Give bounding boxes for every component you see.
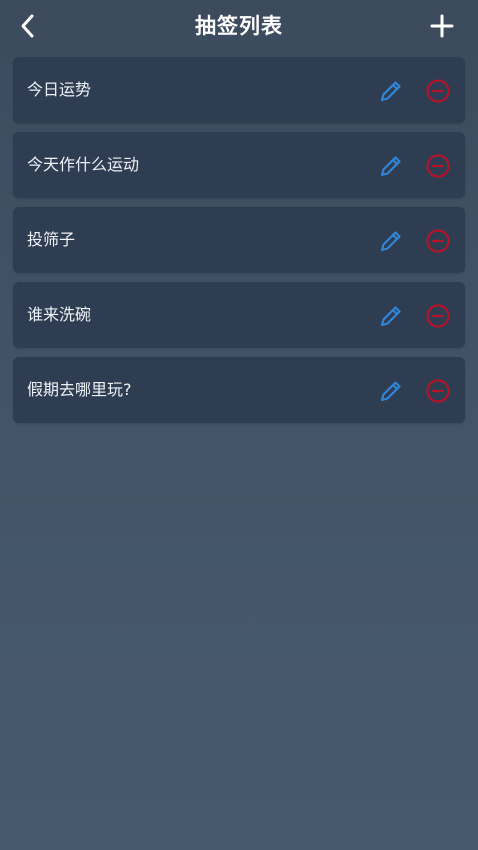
pencil-icon <box>380 381 401 402</box>
list-item[interactable]: 假期去哪里玩? <box>13 357 465 423</box>
delete-button[interactable] <box>424 77 452 105</box>
lottery-list: 今日运势 今天作什么运动 投筛子 谁来洗碗 假期去哪里玩? <box>13 57 465 432</box>
list-item[interactable]: 投筛子 <box>13 207 465 273</box>
list-item-label: 假期去哪里玩? <box>27 380 132 399</box>
page-title: 抽签列表 <box>195 14 283 38</box>
pencil-icon <box>380 81 401 102</box>
list-item[interactable]: 今天作什么运动 <box>13 132 465 198</box>
minus-circle-icon <box>426 79 450 103</box>
delete-button[interactable] <box>424 152 452 180</box>
list-item[interactable]: 今日运势 <box>13 57 465 123</box>
minus-circle-icon <box>426 154 450 178</box>
pencil-icon <box>380 306 401 327</box>
app-header: 抽签列表 <box>0 0 478 52</box>
pencil-icon <box>380 156 401 177</box>
delete-button[interactable] <box>424 302 452 330</box>
edit-button[interactable] <box>377 77 405 105</box>
plus-icon <box>430 14 454 38</box>
list-item[interactable]: 谁来洗碗 <box>13 282 465 348</box>
edit-button[interactable] <box>377 227 405 255</box>
edit-button[interactable] <box>377 302 405 330</box>
edit-button[interactable] <box>377 152 405 180</box>
list-item-label: 今日运势 <box>27 80 92 99</box>
delete-button[interactable] <box>424 227 452 255</box>
minus-circle-icon <box>426 379 450 403</box>
add-button[interactable] <box>426 10 458 42</box>
list-item-label: 投筛子 <box>27 230 76 249</box>
list-item-label: 谁来洗碗 <box>27 305 92 324</box>
pencil-icon <box>380 231 401 252</box>
delete-button[interactable] <box>424 377 452 405</box>
minus-circle-icon <box>426 304 450 328</box>
list-item-label: 今天作什么运动 <box>27 155 140 174</box>
minus-circle-icon <box>426 229 450 253</box>
edit-button[interactable] <box>377 377 405 405</box>
